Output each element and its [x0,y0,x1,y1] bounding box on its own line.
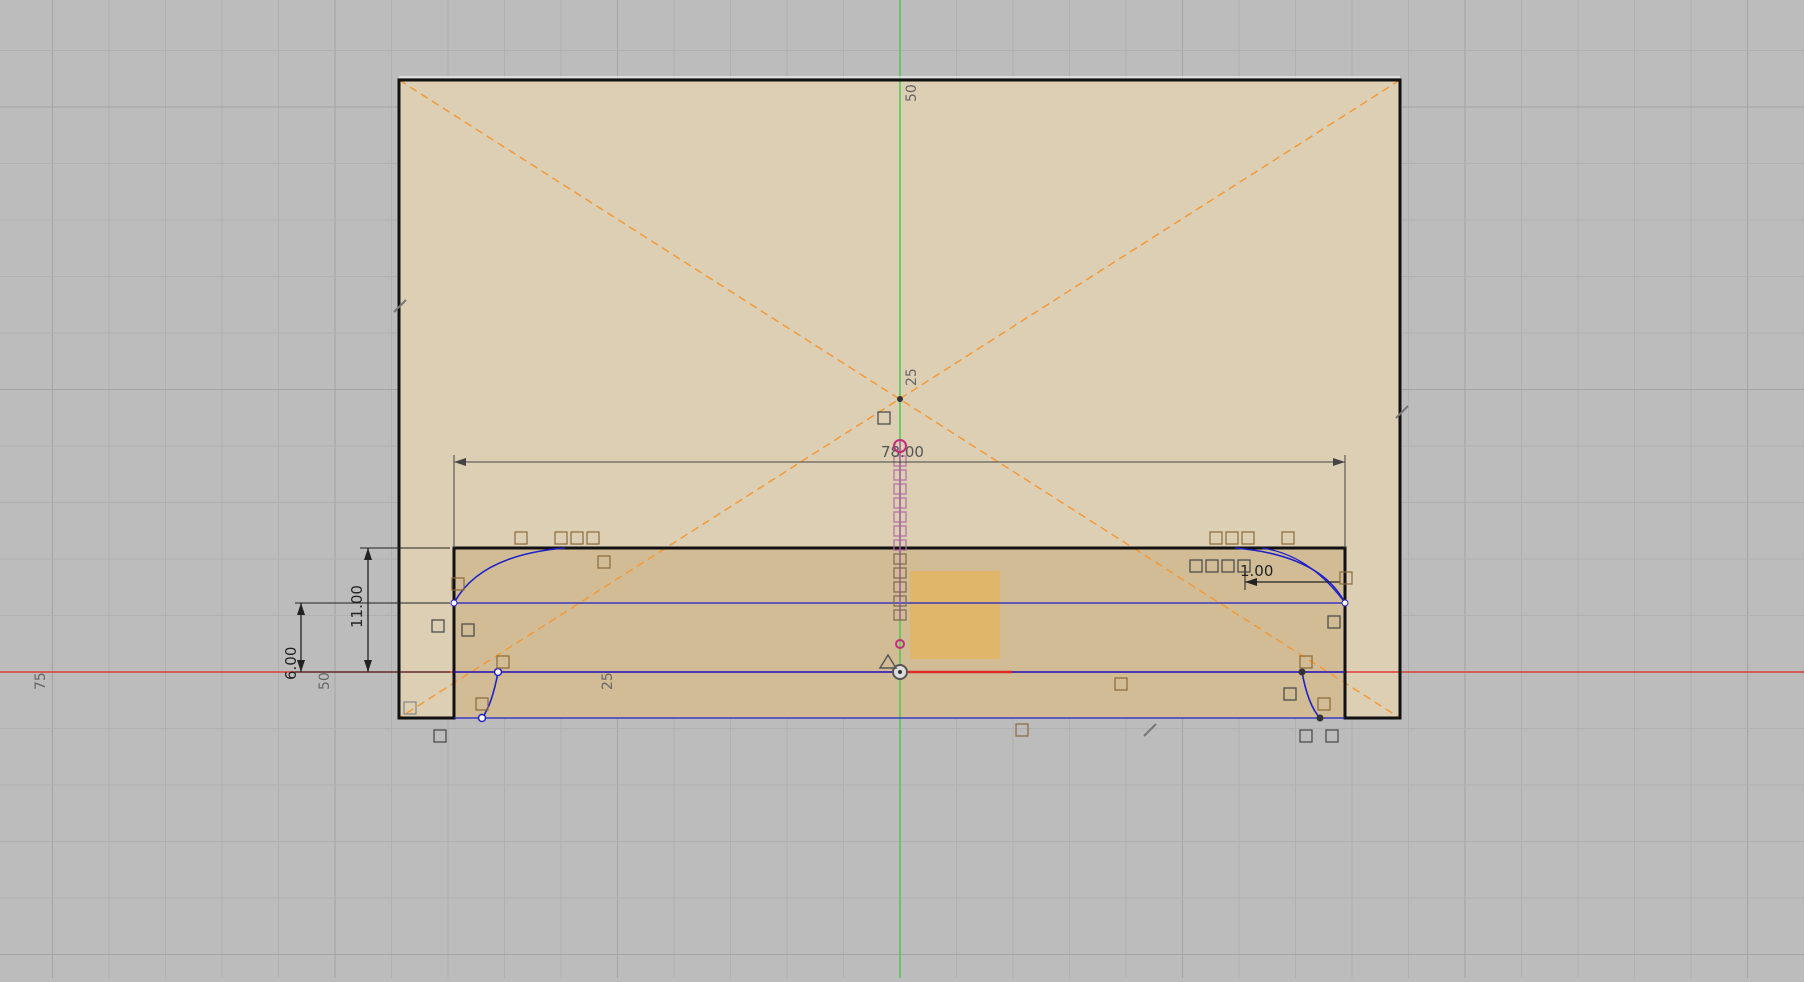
point-right-bottom[interactable] [1316,714,1324,722]
ruler-label-left-75: 75 [33,672,49,690]
origin-dot [898,670,902,674]
sketch-canvas[interactable]: 78.00 11.00 6.00 1.00 75 50 25 25 50 [0,0,1804,978]
dimension-height-inner-label[interactable]: 6.00 [282,647,300,680]
ruler-label-axis-25: 25 [904,368,920,386]
parallel-constraint-icon[interactable] [1143,723,1157,737]
point-right-lower[interactable] [1298,668,1306,676]
ruler-label-25-lower: 25 [600,672,616,690]
fix-constraint-icon[interactable] [1299,729,1313,743]
center-point[interactable] [897,396,903,402]
horizontal-constraint-icon[interactable] [1015,723,1029,737]
dim-6-arrow-top [297,603,305,615]
ruler-label-axis-50: 50 [904,84,920,102]
dimension-offset-label[interactable]: 1.00 [1240,562,1273,580]
dim-11-arrow-top [364,548,372,560]
point-right-top[interactable] [1341,599,1349,607]
sketch-svg[interactable]: 78.00 11.00 6.00 1.00 75 50 25 25 50 [0,0,1804,978]
ruler-label-left-50: 50 [317,672,333,690]
dim-11-arrow-bottom [364,660,372,672]
dimension-height-outer-label[interactable]: 11.00 [348,585,366,628]
point-left-top[interactable] [450,599,458,607]
point-left-lower[interactable] [493,667,503,677]
selected-face-highlight[interactable] [910,571,1000,659]
point-left-bottom[interactable] [477,713,487,723]
fix-constraint-icon[interactable] [1325,729,1339,743]
fix-constraint-icon[interactable] [433,729,447,743]
